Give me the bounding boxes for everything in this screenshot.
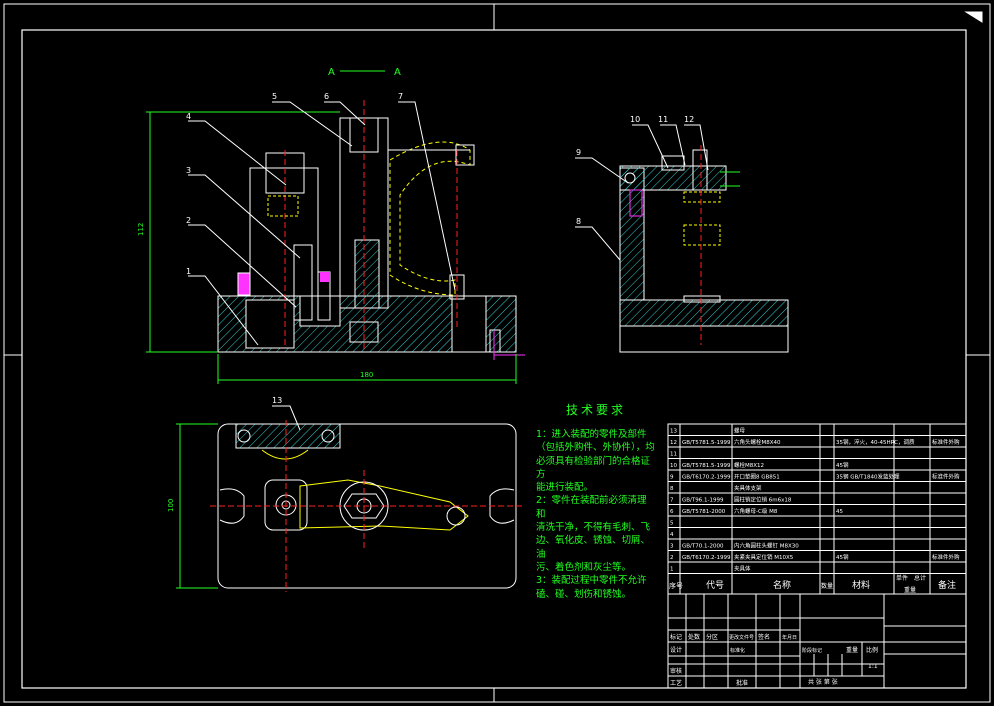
bom-cell-seq: 10 [670,463,677,469]
tb-stage: 阶段标记 [802,647,822,654]
tb-process: 工艺 [670,679,682,687]
side-view [619,145,789,353]
balloon-13: 13 [272,396,282,405]
bom-cell-code: GB/T5781.5-1999 [682,440,731,446]
balloon-11: 11 [658,115,668,124]
bom-cell-name: 开口垫圈8 GB851 [734,473,780,481]
bom-cell-name: 圆柱销定位销 6m6x18 [734,496,792,504]
balloon-6: 6 [324,92,329,101]
bom-header-total: 总计 [914,574,926,582]
bom-cell-seq: 1 [670,567,674,573]
bom-header-remark: 备注 [938,579,956,591]
bom-cell-seq: 5 [670,521,674,527]
bom-cell-material: 45钢 [836,553,849,561]
balloon-5: 5 [272,92,277,101]
tb-scale: 比例 [866,646,878,654]
bom-cell-seq: 13 [670,429,677,435]
tb-date: 年月日 [782,634,797,641]
bom-cell-code: GB/T96.1-1999 [682,498,724,504]
bom-cell-seq: 8 [670,486,674,492]
bom-cell-seq: 12 [670,440,677,446]
balloon-numbers: 1 2 3 4 5 6 7 8 9 10 11 12 13 [186,92,694,405]
tb-mark: 标记 [670,633,682,641]
tb-review: 审核 [670,667,682,675]
tb-change-doc: 更改文件号 [729,634,754,641]
dimension-height: 112 [137,223,145,236]
bom-cell-name: 内六角圆柱头螺钉 M8X30 [734,542,799,550]
front-view: 112 180 [137,100,525,384]
bom-cell-seq: 11 [670,452,677,458]
bom-cell-remark: 标准件外购 [932,473,960,481]
bom-cell-remark: 标准件外购 [932,553,960,561]
tb-standardization: 标准化 [730,647,745,654]
bom-cell-seq: 9 [670,475,674,481]
bom-cell-seq: 4 [670,532,674,538]
bom-cell-name: 螺栓M8X12 [734,461,764,469]
bom-cell-material: 45 [836,509,843,515]
drawing-canvas: A A 112 180 1 2 3 4 5 6 7 8 9 10 11 12 1… [3,3,991,703]
bom-cell-name: 六角头螺栓M8X40 [734,438,781,446]
bom-header: 序号 代号 名称 数量 材料 单件 总计 重量 备注 [669,574,956,594]
bom-cell-seq: 7 [670,498,674,504]
balloon-8: 8 [576,217,581,226]
bom-cell-code: GB/T70.1-2000 [682,544,724,550]
balloon-1: 1 [186,267,191,276]
drawing-frame [3,3,991,703]
section-letter-right: A [394,67,401,78]
bom-header-name: 名称 [773,579,791,591]
dimension-width: 180 [360,371,373,379]
section-letter-left: A [328,67,335,78]
title-block [667,593,967,689]
tb-zone: 分区 [706,633,718,641]
bom-cell-name: 夹紧夹具定位销 M10X5 [734,553,794,561]
tb-sheets: 共 张 第 张 [808,678,838,686]
balloon-7: 7 [398,92,403,101]
bom-cell-name: 夹具体支架 [734,484,762,492]
bom-header-material: 材料 [852,579,870,591]
bom-header-seq: 序号 [669,581,683,590]
bom-cell-code: GB/T6170.2-1999 [682,555,731,561]
bom-cell-code: GB/T5781-2000 [682,509,726,515]
bom-cell-code: GB/T5781.5-1999 [682,463,731,469]
balloon-12: 12 [684,115,694,124]
bom-cell-seq: 2 [670,555,674,561]
bom-cell-name: 六角螺母-C级 M8 [734,507,778,515]
balloon-10: 10 [630,115,640,124]
section-label: A A [328,67,401,78]
tb-count: 处数 [688,633,700,641]
bom-header-qty: 数量 [821,582,833,590]
bom-cell-material: 35钢，淬火，40-45HRC，调质 [836,438,915,446]
top-view: 100 [167,420,525,592]
bom-cell-seq: 6 [670,509,674,515]
tb-scale-value: 1:1 [868,663,878,670]
tb-sign: 签名 [758,633,770,641]
tb-weight: 重量 [846,646,858,654]
bom-header-code: 代号 [706,580,724,591]
balloon-2: 2 [186,216,191,225]
tb-design: 设计 [670,646,682,654]
bom-cell-material: 45钢 [836,461,849,469]
bom-cell-remark: 标准件外购 [932,438,960,446]
bom-header-weight: 重量 [904,586,916,594]
bom-cell-seq: 3 [670,544,674,550]
balloon-3: 3 [186,166,191,175]
title-block-text: 标记 处数 分区 更改文件号 签名 年月日 设计 标准化 阶段标记 重量 比例 … [670,633,878,687]
dimension-top-width: 100 [167,499,175,512]
bom-header-unit: 单件 [896,574,908,582]
balloon-9: 9 [576,148,581,157]
bom-cell-material: 35钢 GB/T1840发蓝处理 [836,473,900,481]
tb-approve: 批准 [736,679,748,687]
bom-cell-code: GB/T6170.2-1999 [682,475,731,481]
bom-cell-name: 夹具体 [734,565,751,573]
bom-cell-name: 螺母 [734,427,746,435]
balloon-4: 4 [186,112,191,121]
